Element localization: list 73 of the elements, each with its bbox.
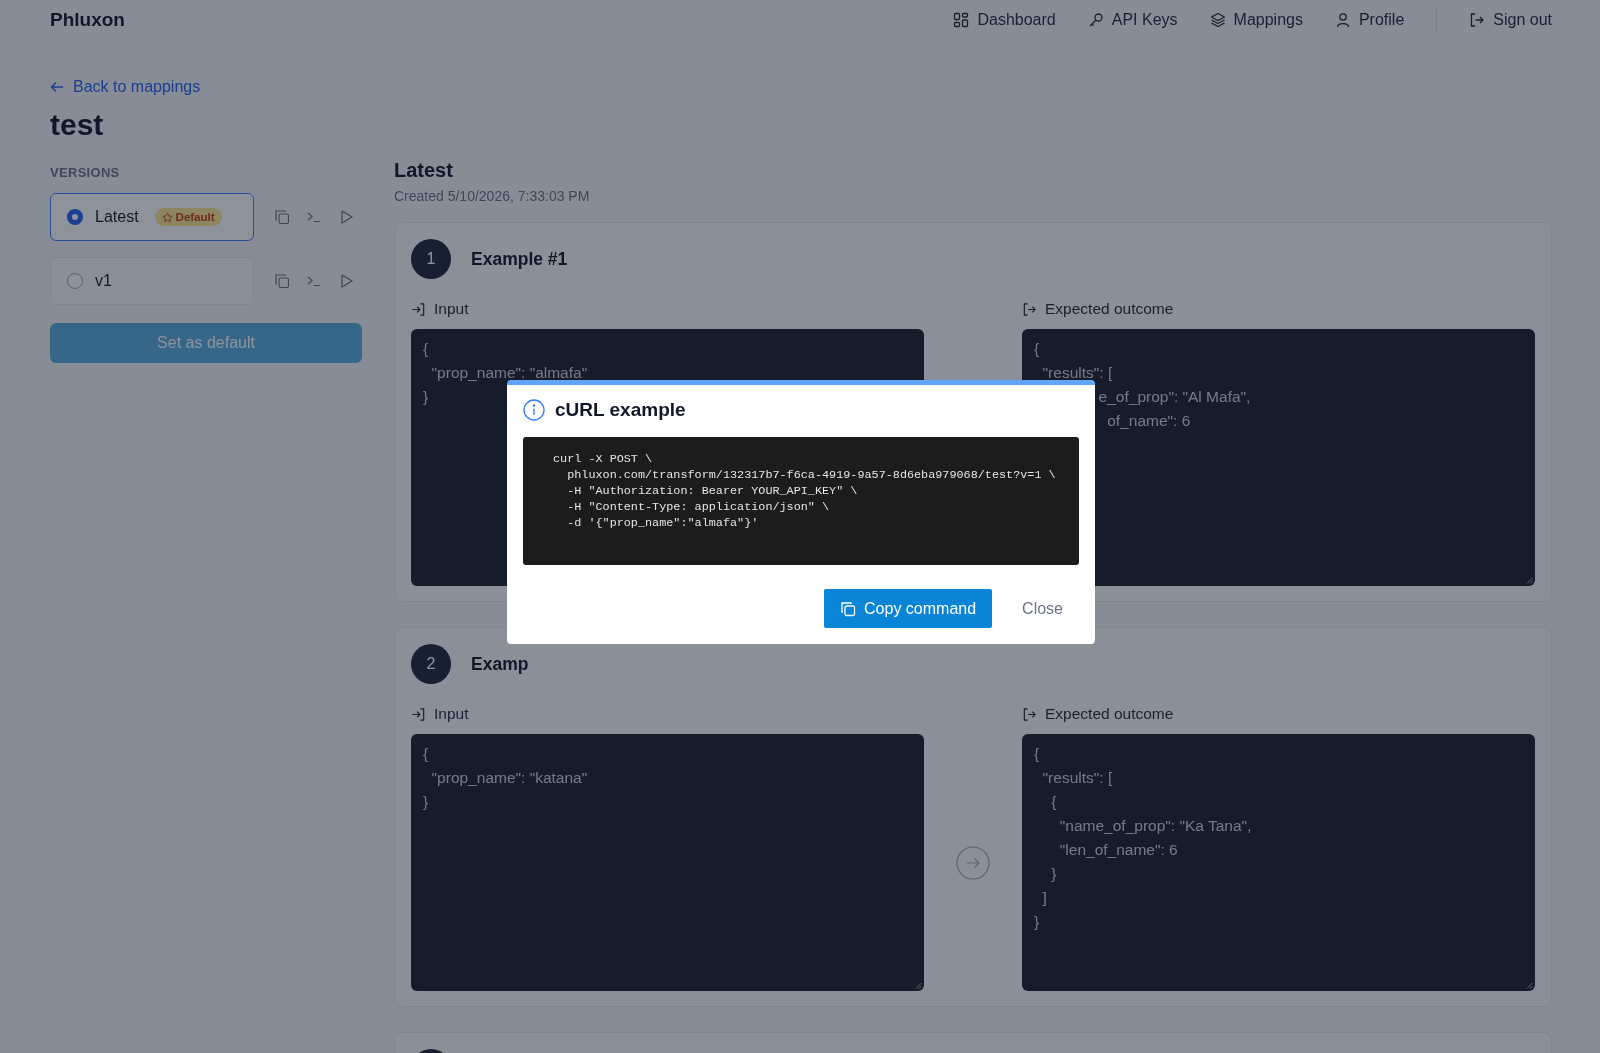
- arrow-left-icon: [50, 80, 64, 94]
- grid-icon: [953, 12, 970, 28]
- output-label: Expected outcome: [1022, 704, 1535, 724]
- nav-link[interactable]: API Keys: [1087, 11, 1178, 29]
- example-title: Examp: [471, 653, 529, 675]
- layers-icon: [1209, 12, 1226, 28]
- code-line: "prop_name": "katana": [430, 768, 589, 788]
- copy-command-button[interactable]: Copy command: [824, 589, 993, 628]
- version-title: Latest: [394, 159, 454, 182]
- page-title: test: [50, 108, 105, 142]
- code-line: ]: [1041, 888, 1048, 908]
- nav-link[interactable]: Dashboard: [953, 11, 1056, 29]
- example-title: Example #1: [471, 248, 568, 270]
- copy-icon[interactable]: [274, 273, 290, 289]
- resize-grip-icon[interactable]: [915, 982, 922, 989]
- code-line: {: [423, 744, 430, 764]
- input-label: Input: [411, 299, 924, 319]
- sign-in-icon: [411, 301, 426, 317]
- user-icon: [1334, 12, 1351, 28]
- sign-in-icon: [411, 706, 426, 722]
- version-item[interactable]: Latest Default: [50, 193, 254, 241]
- code-line: -H "Authorization: Bearer YOUR_API_KEY" \: [566, 483, 859, 499]
- resize-grip-icon[interactable]: [1526, 577, 1533, 584]
- sign-out-icon: [1022, 706, 1037, 722]
- info-icon: [523, 399, 545, 421]
- copy-icon[interactable]: [274, 209, 290, 225]
- created-date: Created 5/10/2026, 7:33:03 PM: [394, 188, 591, 204]
- input-field[interactable]: { "prop_name": "katana" }: [411, 734, 924, 991]
- nav-link[interactable]: Profile: [1334, 11, 1405, 29]
- version-name: Latest: [95, 208, 139, 226]
- code-line: }: [1050, 864, 1058, 884]
- sign-out-link[interactable]: Sign out: [1469, 11, 1552, 29]
- code-line: curl -X POST \: [552, 451, 654, 467]
- section-heading: VERSIONS: [50, 165, 121, 180]
- code-line: -H "Content-Type: application/json" \: [566, 499, 831, 515]
- copy-icon: [840, 600, 857, 617]
- star-icon: [161, 211, 173, 223]
- code-line: {: [1034, 744, 1041, 764]
- play-icon[interactable]: [338, 273, 354, 289]
- example-number: 1: [411, 239, 451, 279]
- play-icon[interactable]: [338, 209, 354, 225]
- version-name: v1: [95, 272, 112, 290]
- output-field[interactable]: { "results": [ { "name_of_prop": "Ka Tana", "len_of_name": 6 } ] }: [1022, 734, 1535, 991]
- version-item[interactable]: v1: [50, 257, 254, 305]
- code-line: e_of_prop": "Al Mafa",: [1097, 387, 1252, 407]
- code-line: of_name": 6: [1106, 411, 1192, 431]
- radio-button[interactable]: [67, 209, 83, 225]
- code-line: {: [1050, 792, 1058, 812]
- default-badge: Default: [154, 208, 222, 226]
- sign-out-icon: [1022, 301, 1037, 317]
- code-line: "len_of_name": 6: [1058, 840, 1179, 860]
- code-line: }: [423, 387, 430, 407]
- example-number: 2: [411, 644, 451, 684]
- back-link[interactable]: Back to mappings: [50, 78, 201, 96]
- sign-out-icon: [1469, 12, 1486, 28]
- close-button[interactable]: Close: [1022, 599, 1079, 618]
- resize-grip-icon[interactable]: [1526, 982, 1533, 989]
- code-line: {: [423, 339, 430, 359]
- output-label: Expected outcome: [1022, 299, 1535, 319]
- code-line: {: [1034, 339, 1041, 359]
- nav-link[interactable]: Mappings: [1209, 11, 1303, 29]
- radio-button[interactable]: [67, 273, 83, 289]
- code-line: }: [423, 792, 430, 812]
- code-line: }: [1034, 912, 1041, 932]
- code-line: "prop_name": "almafa": [430, 363, 589, 383]
- key-icon: [1087, 12, 1104, 28]
- brand-logo[interactable]: Phluxon: [50, 9, 125, 31]
- code-line: "results": [: [1041, 768, 1114, 788]
- dialog-title: cURL example: [555, 399, 686, 421]
- input-label: Input: [411, 704, 924, 724]
- code-line: "name_of_prop": "Ka Tana",: [1058, 816, 1253, 836]
- code-line: "results": [: [1041, 363, 1114, 383]
- code-line: -d '{"prop_name":"almafa"}': [566, 515, 760, 531]
